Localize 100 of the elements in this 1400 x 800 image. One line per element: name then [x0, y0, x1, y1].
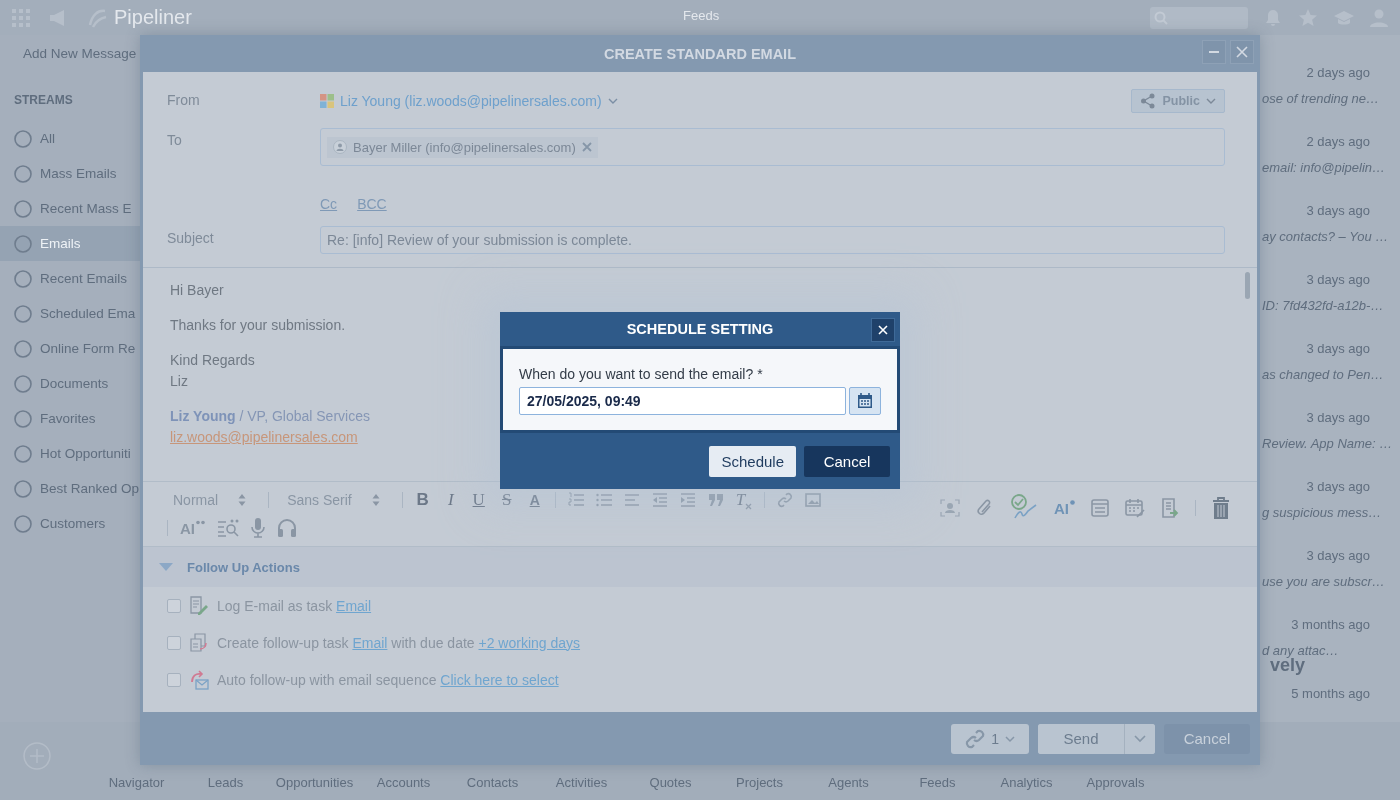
checkbox[interactable] [167, 598, 181, 613]
image-icon[interactable] [805, 493, 822, 507]
close-button[interactable] [871, 318, 895, 342]
nav-item[interactable]: Leads [181, 775, 270, 790]
italic-button[interactable]: I [442, 490, 459, 510]
link[interactable]: Email [336, 597, 372, 614]
link[interactable]: +2 working days [478, 634, 581, 651]
sidebar-item[interactable]: Customers [0, 506, 140, 541]
field-label: When do you want to send the email? * [519, 366, 764, 382]
cancel-button[interactable]: Cancel [1164, 723, 1250, 754]
feed-snippet: email: info@pipelin… [1262, 159, 1387, 176]
circle-icon [14, 164, 32, 183]
trash-icon[interactable] [1212, 497, 1230, 519]
bullet-list-icon[interactable] [595, 492, 612, 508]
feed-time: 3 days ago [1306, 548, 1370, 563]
circle-icon [14, 269, 32, 288]
template-icon[interactable] [1091, 499, 1109, 517]
bcc-link[interactable]: BCC [357, 196, 387, 212]
contact-card-icon[interactable] [940, 499, 960, 517]
paperclip-icon[interactable] [976, 498, 994, 518]
sidebar-item[interactable]: Documents [0, 366, 140, 401]
nav-item[interactable]: Activities [537, 775, 626, 790]
nav-item[interactable]: Analytics [982, 775, 1071, 790]
remove-icon[interactable] [581, 142, 592, 152]
date-time-field[interactable]: 27/05/2025, 09:49 [519, 387, 846, 415]
subject-field[interactable]: Re: [info] Review of your submission is complete. [320, 226, 1225, 254]
text-color-button[interactable]: A [526, 492, 543, 508]
quote-icon[interactable] [707, 493, 724, 507]
send-options-button[interactable] [1124, 723, 1155, 754]
outdent-icon[interactable] [651, 492, 668, 508]
scrollbar-thumb[interactable] [1245, 272, 1250, 299]
font-select[interactable]: Sans Serif [281, 491, 390, 509]
sidebar-item[interactable]: All [0, 121, 140, 156]
documents-arrow-icon [189, 632, 209, 653]
feed-time: 2 days ago [1306, 65, 1370, 80]
cc-link[interactable]: Cc [320, 196, 338, 212]
paragraph-style-select[interactable]: Normal [167, 491, 257, 509]
attachments-button[interactable]: 1 [951, 723, 1029, 754]
bold-button[interactable]: B [414, 490, 431, 510]
align-left-icon[interactable] [623, 492, 640, 508]
clear-format-button[interactable]: T [735, 490, 753, 510]
follow-up-header[interactable]: Follow Up Actions [143, 547, 1257, 587]
search-list-icon[interactable] [217, 519, 239, 537]
calendar-icon[interactable] [1125, 498, 1145, 518]
checkbox[interactable] [167, 635, 181, 650]
link[interactable]: Email [352, 634, 388, 651]
signature-email-link[interactable]: liz.woods@pipelinersales.com [170, 429, 358, 445]
sidebar-item[interactable]: Recent Mass E [0, 191, 140, 226]
close-icon [1236, 46, 1248, 58]
nav-item[interactable]: Quotes [626, 775, 715, 790]
page-title: Feeds [683, 8, 720, 23]
sidebar-item[interactable]: Best Ranked Op [0, 471, 140, 506]
add-message-link[interactable]: Add New Message [23, 45, 137, 61]
sidebar-item[interactable]: Hot Opportuniti [0, 436, 140, 471]
message-text: Kind Regards [170, 352, 255, 368]
strikethrough-button[interactable]: S [498, 490, 515, 510]
microphone-icon[interactable] [251, 518, 265, 538]
nav-item[interactable]: Feeds [893, 775, 982, 790]
chevron-down-icon[interactable] [607, 97, 618, 105]
search-field[interactable] [1150, 6, 1248, 29]
feed-snippet: as changed to Pen… [1262, 366, 1385, 383]
nav-item[interactable]: Opportunities [270, 775, 359, 790]
sidebar-item[interactable]: Mass Emails [0, 156, 140, 191]
recipients-field[interactable]: Bayer Miller (info@pipelinersales.com) [320, 128, 1225, 166]
sender-dropdown[interactable]: Liz Young (liz.woods@pipelinersales.com) [340, 93, 602, 109]
ai-button[interactable]: AI [1054, 499, 1075, 517]
cancel-button[interactable]: Cancel [804, 445, 890, 477]
nav-item[interactable]: Approvals [1071, 775, 1160, 790]
four-squares-logo-icon [320, 94, 334, 108]
nav-item[interactable]: Projects [715, 775, 804, 790]
sidebar-item[interactable]: Favorites [0, 401, 140, 436]
nav-item[interactable]: Contacts [448, 775, 537, 790]
schedule-button[interactable]: Schedule [709, 445, 796, 477]
dots-icon [196, 519, 205, 525]
nav-item[interactable]: Accounts [359, 775, 448, 790]
link-icon[interactable] [777, 492, 794, 508]
sidebar-item[interactable]: Scheduled Ema [0, 296, 140, 331]
nav-item[interactable]: Agents [804, 775, 893, 790]
feed-time: 3 days ago [1306, 272, 1370, 287]
feed-snippet: use you are subscr… [1262, 573, 1386, 590]
minimize-button[interactable] [1202, 40, 1226, 64]
follow-up-text: Log E-mail as task Email [217, 597, 372, 614]
headphones-icon[interactable] [277, 519, 297, 537]
sidebar-item[interactable]: Online Form Re [0, 331, 140, 366]
sidebar-item[interactable]: Emails [0, 226, 140, 261]
field-label: Subject [167, 229, 215, 246]
underline-button[interactable]: U [470, 490, 487, 510]
task-pencil-icon [189, 595, 209, 616]
indent-icon[interactable] [679, 492, 696, 508]
circle-icon [14, 374, 32, 393]
link[interactable]: Click here to select [440, 671, 559, 688]
nav-item[interactable]: Navigator [92, 775, 181, 790]
feed-time: 3 days ago [1306, 479, 1370, 494]
numbered-list-icon[interactable] [567, 492, 584, 508]
checkbox[interactable] [167, 672, 181, 687]
calendar-button[interactable] [849, 387, 881, 415]
recipient-name: Bayer Miller (info@pipelinersales.com) [353, 139, 576, 155]
document-export-icon[interactable] [1161, 498, 1179, 518]
sidebar-item[interactable]: Recent Emails [0, 261, 140, 296]
ai-button[interactable]: AI [180, 519, 205, 537]
